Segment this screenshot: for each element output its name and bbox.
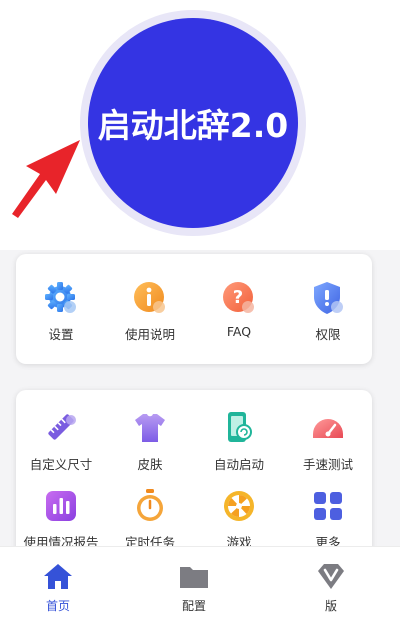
menu-item-label: 自定义尺寸 bbox=[29, 457, 93, 472]
menu-item-label: 手速测试 bbox=[302, 457, 353, 472]
folder-icon bbox=[180, 567, 208, 588]
menu-item-label: 设置 bbox=[48, 327, 74, 342]
tools-menu-card: 自定义尺寸 皮肤 自动启动 手速测试 使用情况报告 定时任务 游戏 更多 bbox=[16, 390, 372, 560]
nav-item-label: 版 bbox=[324, 599, 337, 613]
hero-area: 启动北辞2.0 bbox=[0, 0, 400, 250]
menu-item-settings[interactable]: 设置 bbox=[16, 280, 106, 350]
menu-item-custom-size[interactable]: 自定义尺寸 bbox=[16, 410, 106, 480]
svg-text:?: ? bbox=[233, 287, 243, 308]
wheel-icon bbox=[224, 491, 254, 521]
shield-icon bbox=[314, 282, 343, 314]
menu-item-permissions[interactable]: 权限 bbox=[283, 280, 373, 350]
launch-button[interactable]: 启动北辞2.0 bbox=[88, 18, 298, 228]
menu-item-label: 自动启动 bbox=[213, 457, 264, 472]
menu-item-speed-test[interactable]: 手速测试 bbox=[283, 410, 373, 480]
bar-chart-icon bbox=[46, 491, 76, 521]
menu-item-faq[interactable]: ? FAQ bbox=[194, 280, 284, 350]
menu-item-label: FAQ bbox=[226, 324, 252, 339]
v-badge-icon bbox=[318, 564, 344, 589]
home-icon bbox=[44, 564, 72, 589]
menu-item-label: 使用说明 bbox=[124, 327, 175, 342]
speedometer-icon bbox=[313, 419, 343, 438]
nav-item-home[interactable]: 首页 bbox=[8, 547, 108, 617]
nav-item-label: 配置 bbox=[181, 599, 206, 613]
menu-item-label: 权限 bbox=[315, 327, 341, 342]
red-arrow-icon bbox=[12, 140, 80, 218]
nav-item-label: 首页 bbox=[45, 599, 70, 613]
phone-auto-icon bbox=[228, 412, 252, 442]
question-icon: ? bbox=[223, 282, 254, 313]
primary-menu-card: 设置 使用说明 ? FAQ 权限 bbox=[16, 254, 372, 364]
nav-item-version[interactable]: 版 bbox=[281, 547, 381, 617]
menu-item-label: 皮肤 bbox=[137, 457, 163, 472]
tshirt-icon bbox=[135, 414, 165, 442]
ruler-pencil-icon bbox=[48, 414, 76, 440]
gear-icon bbox=[45, 282, 76, 313]
menu-item-auto-start[interactable]: 自动启动 bbox=[194, 410, 284, 480]
stopwatch-icon bbox=[137, 489, 163, 521]
menu-item-instructions[interactable]: 使用说明 bbox=[105, 280, 195, 350]
bottom-nav: 首页 配置 版 bbox=[0, 546, 400, 624]
nav-item-config[interactable]: 配置 bbox=[144, 547, 244, 617]
info-icon bbox=[134, 282, 165, 313]
launch-button-label: 启动北辞2.0 bbox=[97, 106, 289, 145]
grid-icon bbox=[314, 492, 342, 520]
menu-item-skin[interactable]: 皮肤 bbox=[105, 410, 195, 480]
